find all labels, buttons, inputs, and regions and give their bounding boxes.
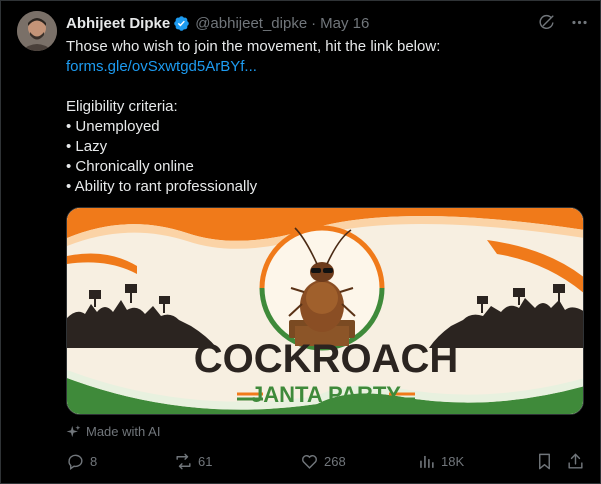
tweet-line: Eligibility criteria: [66,98,178,115]
like-button[interactable]: 268 [300,452,346,471]
banner-subtitle: JANTA PARTY [251,382,401,407]
repost-button[interactable]: 61 [174,452,212,471]
like-icon [300,452,319,471]
verified-badge-icon [173,15,190,32]
reply-icon [66,452,85,471]
repost-count: 61 [198,454,213,469]
cockroach-party-banner: COCKROACH JANTA PARTY [67,208,583,414]
views-button[interactable]: 18K [417,452,464,471]
grok-icon[interactable] [537,13,556,32]
tweet-header: Abhijeet Dipke @abhijeet_dipke · May 16 [66,12,369,34]
more-icon[interactable] [570,13,589,32]
views-icon [417,452,436,471]
tweet-image[interactable]: COCKROACH JANTA PARTY [66,207,584,415]
tweet-line: Those who wish to join the movement, hit… [66,38,441,55]
criteria-item: • Ability to rant professionally [66,178,258,195]
tweet-text: Those who wish to join the movement, hit… [66,37,586,197]
criteria-item: • Unemployed [66,118,160,135]
criteria-item: • Chronically online [66,158,194,175]
reply-button[interactable]: 8 [66,452,97,471]
ai-label: Made with AI [66,424,160,439]
author-handle[interactable]: @abhijeet_dipke [195,15,307,32]
separator-dot: · [311,14,317,32]
like-count: 268 [324,454,346,469]
top-actions [537,13,589,32]
line-spacer [66,77,586,97]
avatar[interactable] [17,11,57,51]
ai-label-text: Made with AI [86,424,161,439]
author-name[interactable]: Abhijeet Dipke [66,15,170,32]
bookmark-button[interactable] [535,452,554,471]
views-count: 18K [441,454,465,469]
banner-title: COCKROACH [194,337,458,381]
sparkle-icon [66,424,81,439]
criteria-item: • Lazy [66,138,108,155]
share-icon [566,452,585,471]
action-bar: 8 61 268 18K [66,452,588,474]
repost-icon [174,452,193,471]
form-link[interactable]: forms.gle/ovSxwtgd5ArBYf... [66,57,586,77]
bookmark-icon [535,452,554,471]
tweet-date[interactable]: May 16 [320,15,369,32]
reply-count: 8 [90,454,98,469]
share-button[interactable] [566,452,585,471]
